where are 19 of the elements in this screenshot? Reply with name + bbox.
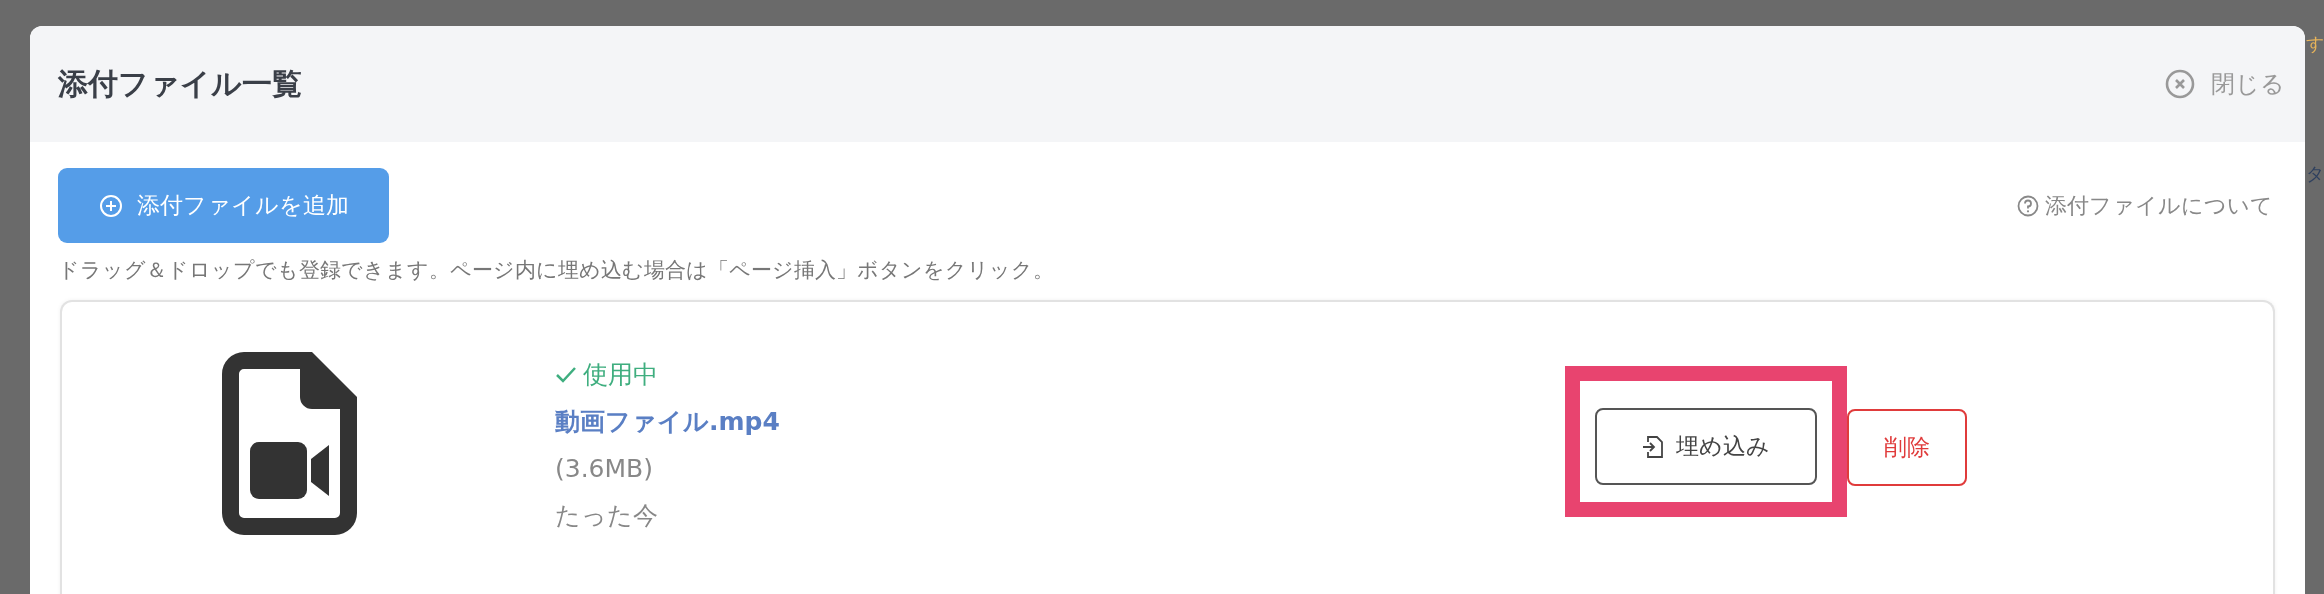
upload-time: たった今 [555,500,658,532]
embed-button[interactable]: 埋め込み [1595,408,1817,485]
file-name-link[interactable]: 動画ファイル.mp4 [555,398,780,445]
close-icon [2165,69,2195,99]
help-link[interactable]: 添付ファイルについて [2017,190,2273,221]
plus-circle-icon [98,193,123,218]
file-import-icon [1642,434,1664,459]
help-icon [2017,194,2039,217]
check-icon [555,365,577,384]
status-label: 使用中 [555,351,658,398]
file-size: (3.6MB) [555,453,653,485]
background-text: タ [2306,164,2324,184]
background-text: す [2306,34,2324,54]
delete-button[interactable]: 削除 [1847,409,1967,486]
hint-text: ドラッグ＆ドロップでも登録できます。ページ内に埋め込む場合は「ページ挿入」ボタンをクリック。 [58,257,1055,284]
add-attachment-button[interactable]: 添付ファイルを追加 [58,168,389,243]
video-file-icon [222,352,357,535]
dialog-title: 添付ファイル一覧 [58,64,302,103]
close-button[interactable]: 閉じる [2165,68,2285,100]
